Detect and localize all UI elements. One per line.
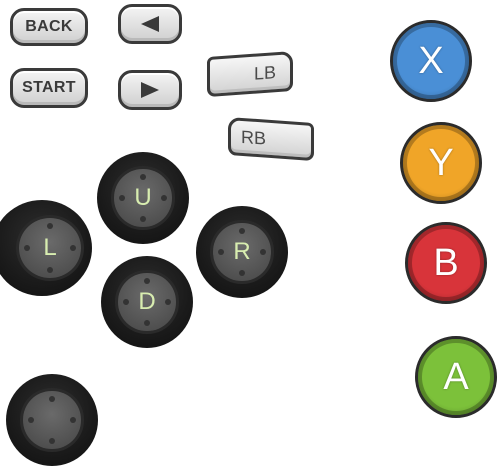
right-arrow-button[interactable] xyxy=(118,70,182,110)
dpad-down-label: D xyxy=(138,288,156,315)
dpad-up-button[interactable]: U xyxy=(97,152,189,244)
dpad-up-label: U xyxy=(134,184,152,211)
lb-bumper-button[interactable]: LB xyxy=(207,50,293,98)
thumbstick-cap xyxy=(23,391,81,449)
dpad-right-label: R xyxy=(233,238,251,265)
dpad-left-button[interactable]: L xyxy=(0,200,92,296)
back-button-label: BACK xyxy=(25,18,73,35)
start-button[interactable]: START xyxy=(10,68,88,108)
thumbstick[interactable] xyxy=(6,374,98,466)
dpad-right-button[interactable]: R xyxy=(196,206,288,298)
right-arrow-icon xyxy=(141,82,159,98)
dpad-down-cap: D xyxy=(118,273,176,331)
dpad-left-label: L xyxy=(43,233,57,261)
y-button-label: Y xyxy=(428,141,454,184)
controller-layout: BACK START LB RB U L R D X Y B A xyxy=(0,0,499,466)
rb-label: RB xyxy=(241,126,267,149)
dpad-down-button[interactable]: D xyxy=(101,256,193,348)
left-arrow-icon xyxy=(141,16,159,32)
dpad-up-cap: U xyxy=(114,169,172,227)
b-button[interactable]: B xyxy=(405,222,487,304)
lb-label: LB xyxy=(253,61,276,84)
a-button-label: A xyxy=(443,355,469,398)
x-button-label: X xyxy=(418,39,444,82)
back-button[interactable]: BACK xyxy=(10,8,88,46)
left-arrow-button[interactable] xyxy=(118,4,182,44)
start-button-label: START xyxy=(22,79,76,96)
dpad-right-cap: R xyxy=(213,223,271,281)
x-button[interactable]: X xyxy=(390,20,472,102)
b-button-label: B xyxy=(433,241,459,284)
a-button[interactable]: A xyxy=(415,336,497,418)
rb-bumper-button[interactable]: RB xyxy=(228,116,314,162)
y-button[interactable]: Y xyxy=(400,122,482,204)
dpad-left-cap: L xyxy=(19,218,81,278)
